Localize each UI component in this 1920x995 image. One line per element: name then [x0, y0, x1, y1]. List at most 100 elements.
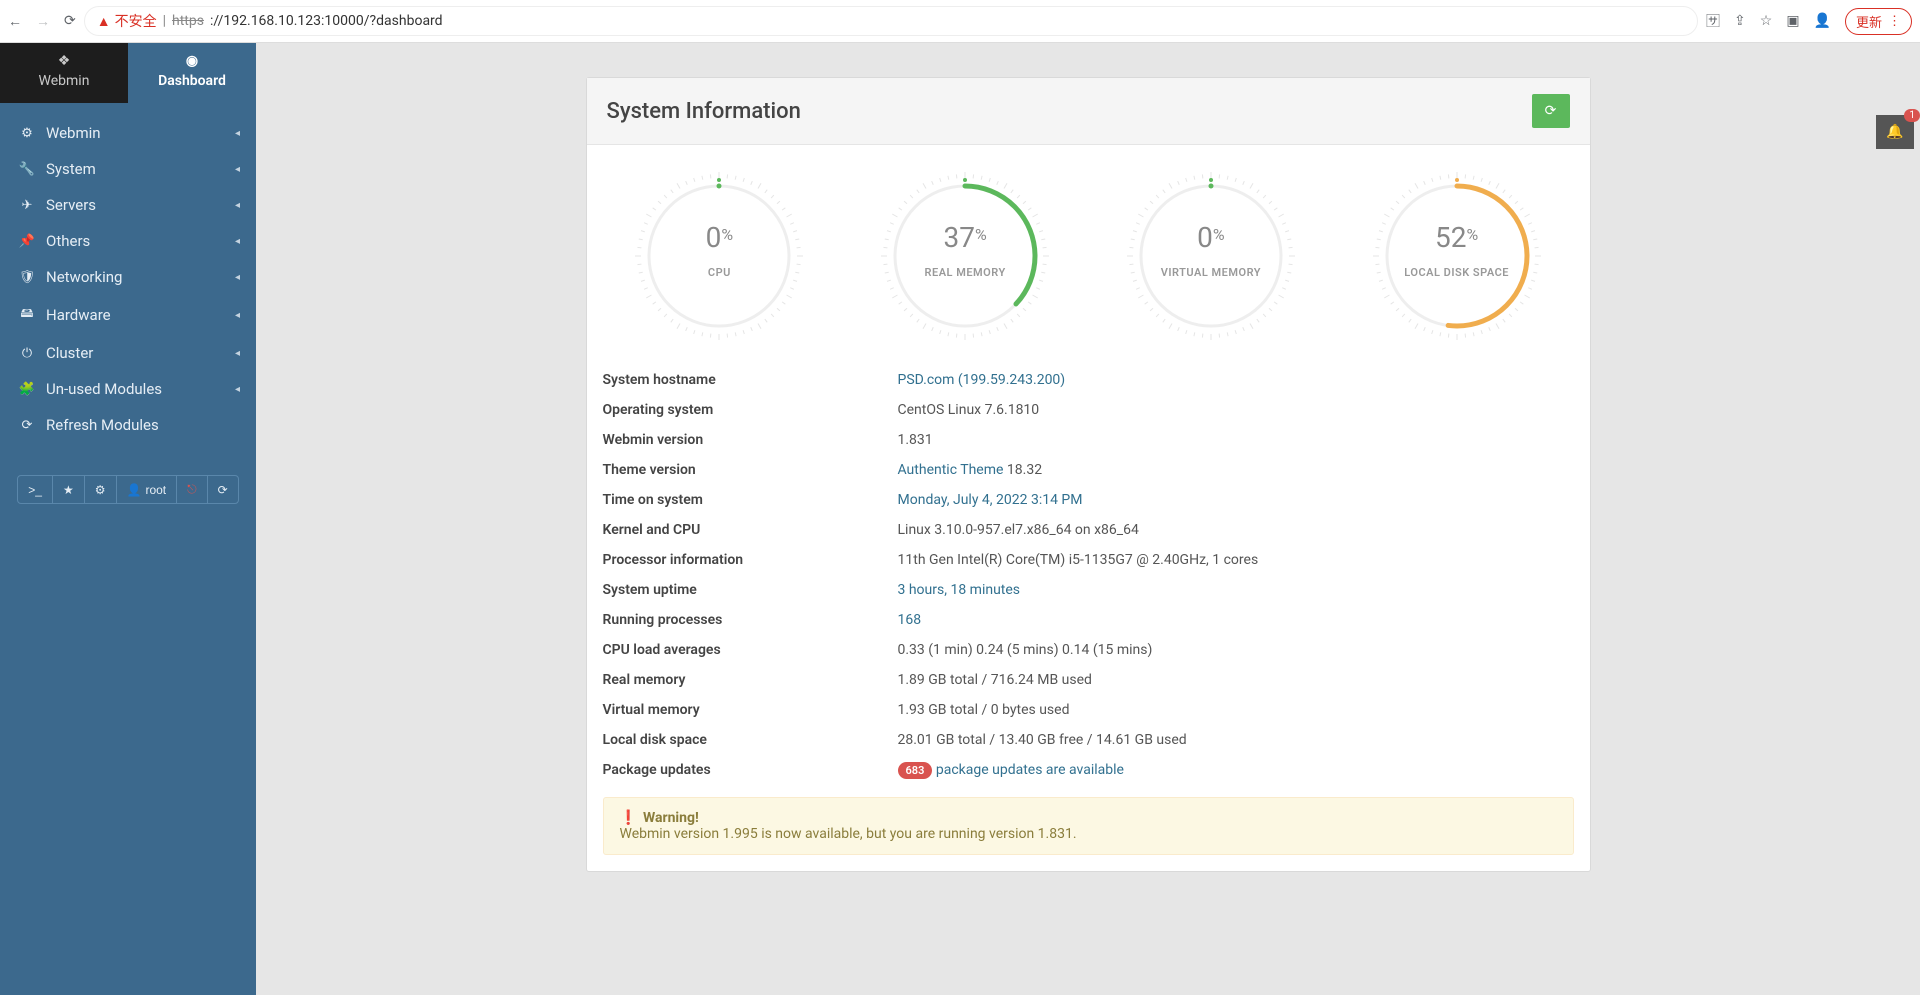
reload-button[interactable]: ⟳: [64, 13, 76, 30]
info-value: 28.01 GB total / 13.40 GB free / 14.61 G…: [898, 732, 1187, 748]
info-value: 1.831: [898, 432, 933, 448]
back-button[interactable]: ←: [8, 13, 22, 30]
gauge-real-memory: 37% REAL MEMORY: [870, 171, 1060, 345]
gauge-value: 0%: [624, 221, 814, 254]
gauge-label: LOCAL DISK SPACE: [1362, 266, 1552, 279]
notification-count: 1: [1904, 109, 1920, 122]
gauge-label: CPU: [624, 266, 814, 279]
server-icon: ✈: [16, 198, 38, 213]
forward-button[interactable]: →: [36, 13, 50, 30]
sidebar-item-cluster[interactable]: ⏻ Cluster ◂: [0, 335, 256, 371]
hdd-icon: 🖴: [16, 304, 38, 326]
info-row: Real memory 1.89 GB total / 716.24 MB use…: [587, 665, 1590, 695]
gauge-value: 0%: [1116, 221, 1306, 254]
profile-icon[interactable]: 👤: [1814, 13, 1831, 29]
gauge-value: 52%: [1362, 221, 1552, 254]
browser-update-button[interactable]: 更新 ⋮: [1845, 8, 1912, 35]
info-key: Real memory: [587, 665, 882, 695]
info-row: Processor information11th Gen Intel(R) C…: [587, 545, 1590, 575]
sidebar-item-label: Cluster: [46, 344, 93, 362]
sidebar-item-webmin[interactable]: ⚙ Webmin ◂: [0, 115, 256, 151]
terminal-button[interactable]: >_: [18, 476, 53, 503]
settings-button[interactable]: ⚙: [85, 476, 117, 503]
caret-left-icon: ◂: [235, 128, 240, 139]
pin-icon: 📌: [16, 234, 38, 249]
info-row: Operating systemCentOS Linux 7.6.1810: [587, 395, 1590, 425]
user-button[interactable]: 👤root: [117, 476, 178, 503]
caret-left-icon: ◂: [235, 384, 240, 395]
favorites-button[interactable]: ★: [53, 476, 85, 503]
info-value: 1.93 GB total / 0 bytes used: [898, 702, 1070, 718]
info-key: Time on system: [587, 485, 882, 515]
sidebar-item-label: Refresh Modules: [46, 416, 159, 434]
info-value-link[interactable]: 3 hours, 18 minutes: [898, 582, 1021, 598]
address-bar[interactable]: ▲ 不安全 | https://192.168.10.123:10000/?da…: [84, 6, 1698, 36]
info-row: Running processes 168: [587, 605, 1590, 635]
tab-dashboard[interactable]: ◉ Dashboard: [128, 43, 256, 103]
sidebar-item-label: Others: [46, 232, 90, 250]
refresh-icon: ⟳: [1545, 103, 1557, 119]
info-value-link[interactable]: package updates are available: [936, 762, 1124, 778]
info-value-link[interactable]: 168: [898, 612, 922, 628]
sidebar-item-label: Networking: [46, 268, 122, 286]
sidebar-item-system[interactable]: 🔧 System ◂: [0, 151, 256, 187]
sidebar-item-hardware[interactable]: 🖴 Hardware ◂: [0, 295, 256, 335]
sidebar-item-refresh-modules[interactable]: ⟳ Refresh Modules: [0, 407, 256, 443]
gauge-label: REAL MEMORY: [870, 266, 1060, 279]
info-key: Theme version: [587, 455, 882, 485]
gauge-label: VIRTUAL MEMORY: [1116, 266, 1306, 279]
caret-left-icon: ◂: [235, 272, 240, 283]
info-value-link[interactable]: PSD.com (199.59.243.200): [898, 372, 1066, 388]
sidebar-item-networking[interactable]: 🛡 Networking ◂: [0, 259, 256, 295]
refresh-icon: ⟳: [16, 418, 38, 433]
bookmark-icon[interactable]: ☆: [1760, 13, 1773, 29]
page-title: System Information: [607, 99, 801, 124]
info-value: 0.33 (1 min) 0.24 (5 mins) 0.14 (15 mins…: [898, 642, 1153, 658]
info-key: Kernel and CPU: [587, 515, 882, 545]
refresh-button[interactable]: ⟳: [1532, 94, 1570, 128]
info-row: Theme versionAuthentic Theme 18.32: [587, 455, 1590, 485]
info-key: Webmin version: [587, 425, 882, 455]
sidebar: ❖ Webmin ◉ Dashboard ⚙ Webmin ◂🔧 System …: [0, 43, 256, 995]
tab-webmin[interactable]: ❖ Webmin: [0, 43, 128, 103]
info-value-link[interactable]: Monday, July 4, 2022 3:14 PM: [898, 492, 1083, 508]
webmin-logo-icon: ❖: [4, 53, 124, 69]
logout-button[interactable]: ⎋: [177, 476, 208, 503]
sidebar-toolbar: >_ ★ ⚙ 👤root ⎋ ⟳: [17, 475, 238, 504]
info-key: Package updates: [587, 755, 882, 785]
info-key: Operating system: [587, 395, 882, 425]
notifications-button[interactable]: 🔔 1: [1876, 115, 1914, 149]
sidebar-item-un-used-modules[interactable]: 🧩 Un-used Modules ◂: [0, 371, 256, 407]
share-icon[interactable]: ⇪: [1734, 13, 1746, 29]
main-area[interactable]: System Information ⟳ 0% CPU 37% REAL MEM…: [256, 43, 1920, 995]
gauge-value: 37%: [870, 221, 1060, 254]
user-icon: 👤: [127, 483, 142, 497]
panel-icon[interactable]: ▣: [1786, 13, 1799, 29]
info-key: Processor information: [587, 545, 882, 575]
info-value-link[interactable]: Authentic Theme: [898, 462, 1004, 478]
sidebar-item-label: Un-used Modules: [46, 380, 162, 398]
info-value: 1.89 GB total / 716.24 MB used: [898, 672, 1092, 688]
url-text: ://192.168.10.123:10000/?dashboard: [210, 13, 443, 29]
info-row: Package updates683 package updates are a…: [587, 755, 1590, 785]
info-row: Time on system Monday, July 4, 2022 3:14 …: [587, 485, 1590, 515]
info-key: Virtual memory: [587, 695, 882, 725]
sidebar-item-label: Webmin: [46, 124, 101, 142]
info-key: System uptime: [587, 575, 882, 605]
power-icon: ⏻: [16, 346, 38, 361]
sidebar-refresh-button[interactable]: ⟳: [208, 476, 238, 503]
info-row: Virtual memory 1.93 GB total / 0 bytes us…: [587, 695, 1590, 725]
caret-left-icon: ◂: [235, 200, 240, 211]
sidebar-item-servers[interactable]: ✈ Servers ◂: [0, 187, 256, 223]
sidebar-item-others[interactable]: 📌 Others ◂: [0, 223, 256, 259]
caret-left-icon: ◂: [235, 236, 240, 247]
puzzle-icon: 🧩: [16, 382, 38, 397]
sidebar-item-label: Servers: [46, 196, 96, 214]
info-row: System hostnamePSD.com (199.59.243.200): [587, 365, 1590, 395]
info-key: CPU load averages: [587, 635, 882, 665]
url-scheme: https: [172, 13, 204, 29]
info-key: Running processes: [587, 605, 882, 635]
info-row: Kernel and CPULinux 3.10.0-957.el7.x86_6…: [587, 515, 1590, 545]
translate-icon[interactable]: 🈂: [1706, 11, 1720, 31]
system-info-panel: System Information ⟳ 0% CPU 37% REAL MEM…: [586, 77, 1591, 872]
